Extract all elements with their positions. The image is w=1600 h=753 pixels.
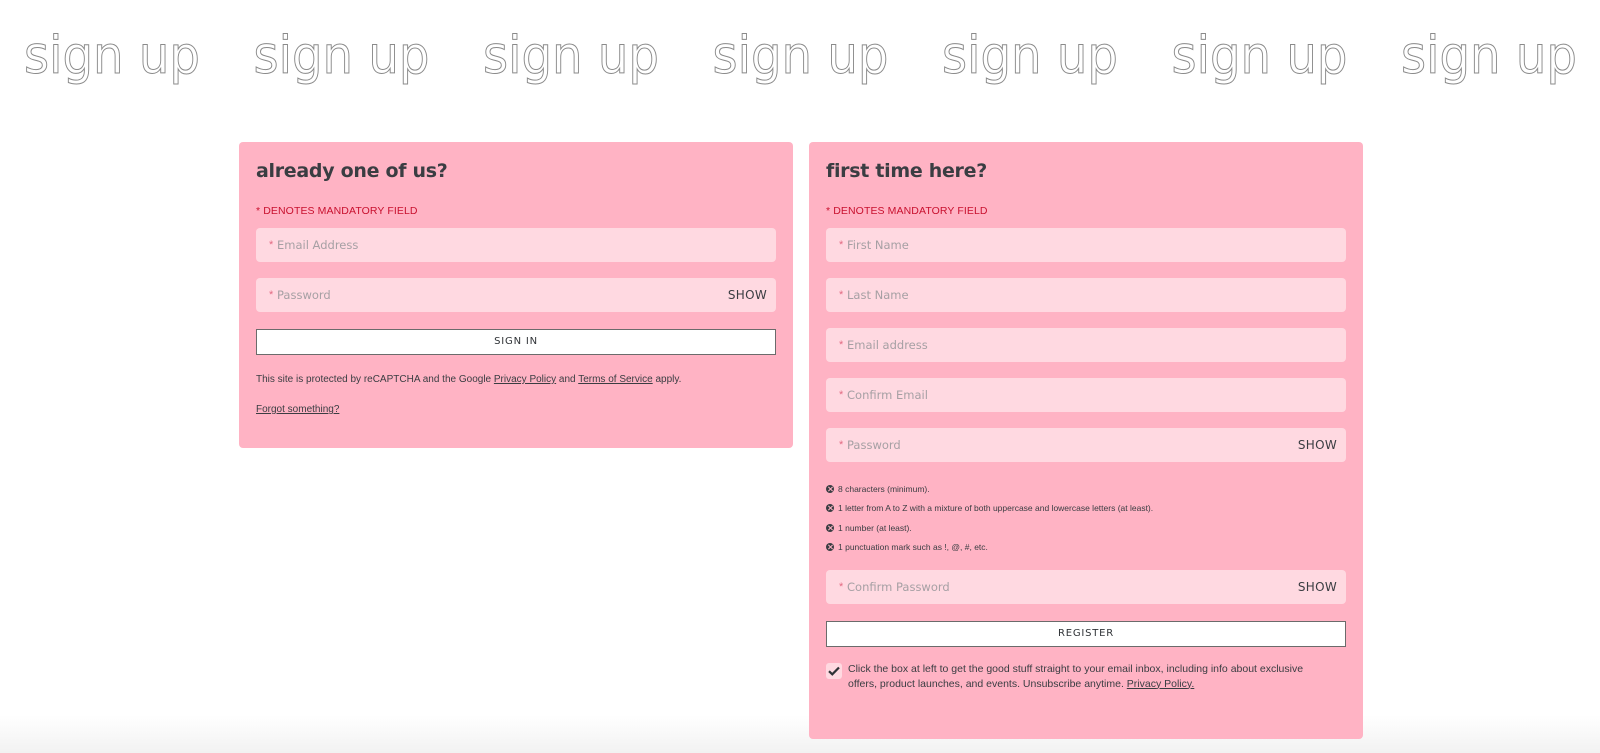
register-email-input[interactable]: [839, 328, 1279, 362]
confirm-email-input[interactable]: [839, 378, 1279, 412]
mandatory-note: * DENOTES MANDATORY FIELD: [826, 205, 988, 217]
password-rule: 8 characters (minimum).: [826, 479, 1346, 499]
recaptcha-text-prefix: This site is protected by reCAPTCHA and …: [256, 374, 494, 385]
register-show-password-toggle[interactable]: SHOW: [1298, 438, 1337, 452]
signin-email-input[interactable]: [269, 228, 709, 262]
register-password-input[interactable]: [839, 428, 1279, 462]
sign-up-banner-text: sign up: [254, 26, 430, 86]
password-requirements: 8 characters (minimum). 1 letter from A …: [826, 479, 1346, 557]
confirm-password-input[interactable]: [839, 570, 1279, 604]
password-rule-text: 1 number (at least).: [838, 522, 912, 533]
confirm-show-password-toggle[interactable]: SHOW: [1298, 580, 1337, 594]
newsletter-checkbox[interactable]: [826, 663, 842, 679]
mandatory-note: * DENOTES MANDATORY FIELD: [256, 205, 418, 217]
last-name-input[interactable]: [839, 278, 1279, 312]
optin-description: Click the box at left to get the good st…: [848, 663, 1304, 690]
recaptcha-text-suffix: apply.: [652, 374, 682, 385]
first-name-input[interactable]: [839, 228, 1279, 262]
register-card: first time here? * DENOTES MANDATORY FIE…: [809, 142, 1363, 739]
confirm-password-field[interactable]: * SHOW: [826, 570, 1346, 604]
register-email-field[interactable]: *: [826, 328, 1346, 362]
password-rule: 1 letter from A to Z with a mixture of b…: [826, 499, 1346, 519]
sign-up-banner-text: sign up: [24, 26, 200, 86]
google-privacy-policy-link[interactable]: Privacy Policy: [494, 374, 556, 385]
sign-up-banner-text: sign up: [942, 26, 1118, 86]
register-title: first time here?: [826, 160, 987, 182]
google-terms-of-service-link[interactable]: Terms of Service: [578, 374, 652, 385]
privacy-policy-link[interactable]: Privacy Policy.: [1127, 678, 1195, 690]
register-button[interactable]: REGISTER: [826, 621, 1346, 647]
recaptcha-text-middle: and: [556, 374, 579, 385]
sign-up-banner-text: sign up: [483, 26, 659, 86]
password-rule: 1 number (at least).: [826, 518, 1346, 538]
sign-up-banner-graphic: sign up sign up sign up sign up sign up sign …: [24, 26, 1578, 87]
signin-show-password-toggle[interactable]: SHOW: [728, 288, 767, 302]
unmet-x-icon: [826, 504, 834, 513]
sign-up-banner-text: sign up: [713, 26, 889, 86]
sign-in-card: already one of us? * DENOTES MANDATORY F…: [239, 142, 793, 448]
unmet-x-icon: [826, 523, 834, 532]
register-password-field[interactable]: * SHOW: [826, 428, 1346, 462]
newsletter-optin: Click the box at left to get the good st…: [826, 662, 1346, 691]
password-rule-text: 1 punctuation mark such as !, @, #, etc.: [838, 542, 988, 553]
newsletter-optin-text: Click the box at left to get the good st…: [848, 662, 1328, 691]
password-rule-text: 1 letter from A to Z with a mixture of b…: [838, 503, 1154, 514]
forgot-something-link[interactable]: Forgot something?: [256, 404, 339, 415]
recaptcha-notice: This site is protected by reCAPTCHA and …: [256, 374, 776, 385]
sign-in-button[interactable]: SIGN IN: [256, 329, 776, 355]
sign-up-banner-text: sign up: [1401, 26, 1577, 86]
signin-email-field[interactable]: *: [256, 228, 776, 262]
unmet-x-icon: [826, 484, 834, 493]
sign-in-title: already one of us?: [256, 160, 448, 182]
sign-up-banner-text: sign up: [1172, 26, 1348, 86]
first-name-field[interactable]: *: [826, 228, 1346, 262]
last-name-field[interactable]: *: [826, 278, 1346, 312]
checkmark-icon: [828, 666, 840, 676]
confirm-email-field[interactable]: *: [826, 378, 1346, 412]
unmet-x-icon: [826, 543, 834, 552]
signin-password-field[interactable]: * SHOW: [256, 278, 776, 312]
password-rule-text: 8 characters (minimum).: [838, 483, 930, 494]
sign-up-banner: sign up sign up sign up sign up sign up sign …: [0, 14, 1600, 94]
signin-password-input[interactable]: [269, 278, 709, 312]
password-rule: 1 punctuation mark such as !, @, #, etc.: [826, 538, 1346, 558]
